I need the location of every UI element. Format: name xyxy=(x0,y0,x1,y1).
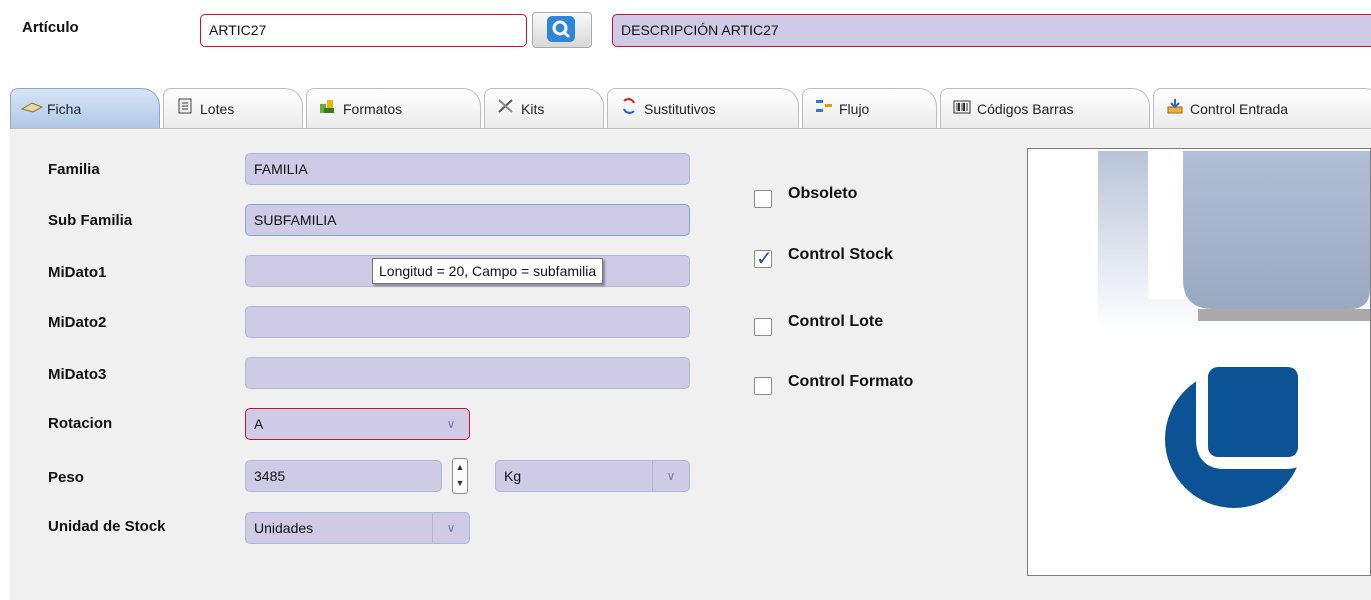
tools-icon xyxy=(495,89,517,128)
unidad-stock-value: Unidades xyxy=(254,520,314,536)
control-lote-checkbox[interactable] xyxy=(754,318,772,336)
tab-label: Sustitutivos xyxy=(644,101,716,117)
article-description-field[interactable]: DESCRIPCIÓN ARTIC27 xyxy=(612,14,1371,47)
midato2-input[interactable] xyxy=(245,306,690,338)
familia-input[interactable]: FAMILIA xyxy=(245,153,690,185)
tab-formatos[interactable]: Formatos xyxy=(306,88,481,128)
article-label: Artículo xyxy=(22,19,79,36)
midato3-input[interactable] xyxy=(245,357,690,389)
logo-image xyxy=(1098,149,1371,508)
tab-label: Flujo xyxy=(839,101,870,117)
control-formato-checkbox[interactable] xyxy=(754,377,772,395)
control-stock-checkbox[interactable]: ✓ xyxy=(754,248,773,270)
tab-label: Códigos Barras xyxy=(977,101,1074,117)
chevron-down-icon[interactable]: ∨ xyxy=(432,513,469,543)
tab-codigos-barras[interactable]: Códigos Barras xyxy=(940,88,1150,128)
peso-label: Peso xyxy=(48,469,84,486)
control-lote-label: Control Lote xyxy=(788,313,884,330)
midato3-label: MiDato3 xyxy=(48,366,107,383)
rotacion-label: Rotacion xyxy=(48,415,113,432)
chevron-down-icon[interactable]: ∨ xyxy=(652,461,689,491)
subfamilia-label: Sub Familia xyxy=(48,212,133,229)
peso-unit-value: Kg xyxy=(504,468,522,484)
tab-control-entrada[interactable]: Control Entrada xyxy=(1153,88,1371,128)
tab-lotes[interactable]: Lotes xyxy=(163,88,303,128)
search-icon xyxy=(547,16,575,42)
swap-icon xyxy=(618,89,640,128)
tab-label: Ficha xyxy=(47,101,82,117)
inbox-icon xyxy=(1164,89,1186,128)
unidad-stock-select[interactable]: Unidades ∨ xyxy=(245,512,470,544)
spin-down-icon[interactable]: ▼ xyxy=(453,475,467,491)
spin-up-icon[interactable]: ▲ xyxy=(453,459,467,475)
peso-spinner[interactable]: ▲ ▼ xyxy=(452,458,468,494)
control-stock-label: Control Stock xyxy=(788,246,893,263)
field-tooltip: Longitud = 20, Campo = subfamilia xyxy=(372,258,604,284)
tab-label: Formatos xyxy=(343,101,403,117)
tab-ficha[interactable]: Ficha xyxy=(10,88,160,129)
flow-icon xyxy=(813,89,835,128)
peso-input[interactable]: 3485 xyxy=(245,460,442,492)
tab-kits[interactable]: Kits xyxy=(484,88,604,128)
barcode-icon xyxy=(951,89,973,128)
obsoleto-label: Obsoleto xyxy=(788,185,858,202)
midato1-label: MiDato1 xyxy=(48,264,107,281)
tab-flujo[interactable]: Flujo xyxy=(802,88,937,128)
rotacion-select[interactable]: A ∨ xyxy=(245,408,470,440)
formats-icon xyxy=(317,89,339,128)
obsoleto-checkbox[interactable] xyxy=(754,190,772,208)
chevron-down-icon[interactable]: ∨ xyxy=(433,409,469,439)
familia-label: Familia xyxy=(48,161,100,178)
tab-label: Kits xyxy=(521,101,545,117)
search-button[interactable] xyxy=(532,12,592,48)
tab-label: Control Entrada xyxy=(1190,101,1289,117)
sandwich-icon xyxy=(20,89,44,129)
document-icon xyxy=(174,89,196,128)
article-image[interactable] xyxy=(1027,148,1371,576)
check-icon: ✓ xyxy=(756,248,773,270)
unidad-stock-label: Unidad de Stock xyxy=(48,518,166,535)
tab-sustitutivos[interactable]: Sustitutivos xyxy=(607,88,799,128)
article-code-input[interactable]: ARTIC27 xyxy=(200,14,527,47)
peso-unit-select[interactable]: Kg ∨ xyxy=(495,460,690,492)
tab-label: Lotes xyxy=(200,101,235,117)
midato2-label: MiDato2 xyxy=(48,314,107,331)
rotacion-value: A xyxy=(254,416,264,432)
subfamilia-input[interactable]: SUBFAMILIA xyxy=(245,204,690,236)
control-formato-label: Control Formato xyxy=(788,373,914,390)
